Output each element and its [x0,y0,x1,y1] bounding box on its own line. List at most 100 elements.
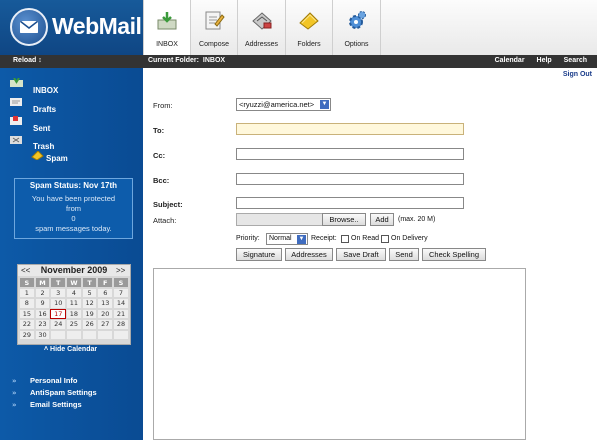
calendar-day[interactable]: 27 [97,319,114,330]
calendar-day[interactable]: 14 [113,298,129,309]
sidebar-item-sent[interactable]: Sent [33,124,50,133]
antispam-settings-link[interactable]: AntiSpam Settings [30,388,97,397]
toolbar-compose-button[interactable]: Compose [191,0,238,55]
calendar-day[interactable]: 17 [50,308,67,319]
calendar-day[interactable]: 16 [34,308,51,319]
search-link[interactable]: Search [564,57,587,64]
subject-label: Subject: [153,200,183,209]
toolbar-inbox-button[interactable]: INBOX [143,0,191,55]
email-settings-link[interactable]: Email Settings [30,400,82,409]
spam-icon [31,151,44,160]
toolbar-options-button[interactable]: Options [333,0,381,55]
sign-out-link[interactable]: Sign Out [563,71,592,78]
calendar-day[interactable]: 23 [34,319,51,330]
calendar-day[interactable]: 13 [97,298,114,309]
priority-value: Normal [269,235,292,242]
calendar-day[interactable]: 8 [19,298,35,309]
toolbar-addresses-button[interactable]: Addresses [238,0,286,55]
toolbar-label: Addresses [244,41,279,48]
calendar-day[interactable]: 19 [81,308,98,319]
from-label: From: [153,101,173,110]
toolbar-label: Options [344,41,369,48]
top-nav: Calendar Help Search [485,57,587,64]
sidebar-item-drafts[interactable]: Drafts [33,105,56,114]
calendar-day[interactable]: 22 [19,319,35,330]
next-month-button[interactable]: >> [116,266,125,275]
calendar-empty-cell [81,329,98,340]
bcc-field[interactable] [236,173,464,185]
prev-month-button[interactable]: << [21,266,30,275]
help-link[interactable]: Help [537,57,552,64]
weekday-header: T [50,277,67,288]
subject-field[interactable] [236,197,464,209]
from-value: <ryuzzi@america.net> [239,100,315,109]
calendar-day[interactable]: 1 [19,287,35,298]
calendar-day[interactable]: 4 [66,287,82,298]
calendar-day[interactable]: 18 [66,308,82,319]
bcc-label: Bcc: [153,176,170,185]
calendar-day[interactable]: 29 [19,329,35,340]
hide-calendar-link[interactable]: ˄ Hide Calendar [44,346,97,353]
envelope-logo-icon [10,8,48,46]
calendar-day[interactable]: 30 [34,329,51,340]
calendar-empty-cell [113,329,129,340]
current-folder-value: INBOX [202,57,226,64]
reload-link[interactable]: Reload ↕ [13,57,42,64]
weekday-header: T [81,277,98,288]
message-body-textarea[interactable] [153,268,526,440]
addresses-icon [251,12,272,30]
check-spelling-button[interactable]: Check Spelling [422,248,486,261]
toolbar-folders-button[interactable]: Folders [286,0,333,55]
calendar-day[interactable]: 21 [113,308,129,319]
calendar-day[interactable]: 2 [34,287,51,298]
attach-file-field[interactable] [236,213,324,226]
on-delivery-checkbox[interactable] [381,235,389,243]
priority-select[interactable]: Normal ▼ [266,233,308,245]
calendar-month: November 2009 [40,265,108,275]
addresses-button[interactable]: Addresses [285,248,333,261]
weekday-header: F [97,277,114,288]
top-band: Reload ↕ Current Folder: INBOX Calendar … [0,55,597,68]
calendar-day[interactable]: 25 [66,319,82,330]
calendar-day[interactable]: 11 [66,298,82,309]
calendar-day[interactable]: 7 [113,287,129,298]
bullet-icon: » [12,389,17,397]
sidebar-item-trash[interactable]: Trash [33,142,54,151]
calendar-day[interactable]: 6 [97,287,114,298]
spam-status-box: Spam Status: Nov 17th You have been prot… [14,178,133,239]
folders-icon [299,12,319,30]
from-select[interactable]: <ryuzzi@america.net> ▼ [236,98,331,111]
priority-label: Priority: [236,235,260,242]
logo[interactable]: WebMail [0,0,143,55]
calendar-link[interactable]: Calendar [495,57,525,64]
max-size-note: (max. 20 M) [398,216,436,223]
on-read-checkbox[interactable] [341,235,349,243]
inbox-icon [157,12,177,30]
spam-line: spam messages today. [35,224,112,233]
cc-field[interactable] [236,148,464,160]
calendar-day[interactable]: 28 [113,319,129,330]
header: WebMail INBOX Compose Addresses Folders … [0,0,597,55]
calendar-day[interactable]: 10 [50,298,67,309]
calendar-day[interactable]: 9 [34,298,51,309]
sidebar-item-inbox[interactable]: INBOX [33,86,58,95]
browse-button[interactable]: Browse.. [322,213,366,226]
sidebar-item-spam[interactable]: Spam [46,154,68,163]
toolbar-label: INBOX [156,41,178,48]
personal-info-link[interactable]: Personal Info [30,376,78,385]
calendar-day[interactable]: 24 [50,319,67,330]
send-button[interactable]: Send [389,248,419,261]
calendar-day[interactable]: 20 [97,308,114,319]
calendar-day[interactable]: 15 [19,308,35,319]
save-draft-button[interactable]: Save Draft [336,248,386,261]
calendar-day[interactable]: 3 [50,287,67,298]
calendar-grid: S M T W T F S 1 2 3 4 5 6 7 8 9 10 11 12 13 14 15 16 17 18 19 20 21… [19,277,129,340]
bullet-icon: » [12,401,17,409]
calendar-day[interactable]: 12 [81,298,98,309]
bullet-icon: » [12,377,17,385]
add-attachment-button[interactable]: Add [370,213,394,226]
signature-button[interactable]: Signature [236,248,282,261]
to-field[interactable] [236,123,464,135]
calendar-day[interactable]: 5 [81,287,98,298]
calendar-day[interactable]: 26 [81,319,98,330]
